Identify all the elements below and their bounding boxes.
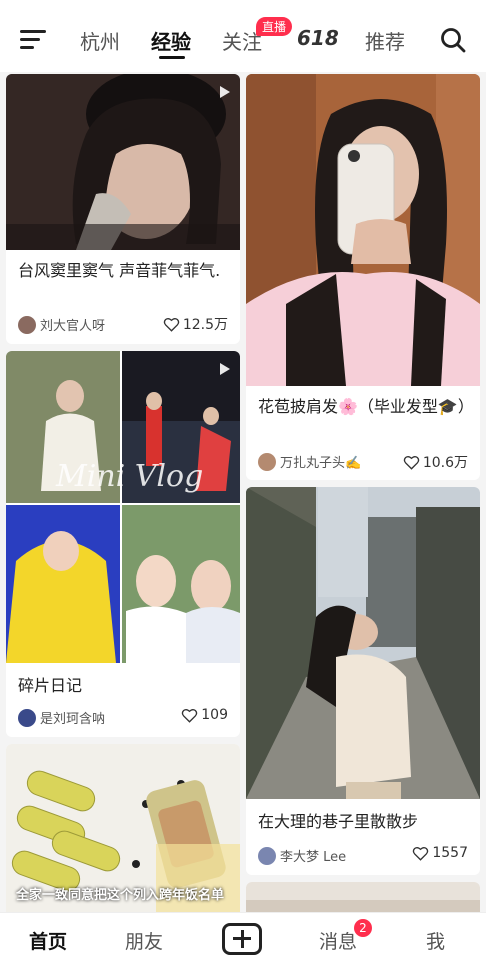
messages-badge: 2 bbox=[354, 919, 372, 937]
like-count: 109 bbox=[201, 707, 228, 723]
tab-experience[interactable]: 经验 bbox=[151, 26, 191, 55]
nav-friends[interactable]: 朋友 bbox=[125, 927, 163, 954]
nav-messages[interactable]: 消息 bbox=[319, 927, 357, 954]
nav-home[interactable]: 首页 bbox=[29, 927, 67, 954]
image-caption: 全家一致同意把这个列入跨年饭名单 bbox=[16, 888, 225, 903]
feed-card[interactable]: 全家一致同意把这个列入跨年饭名单 bbox=[6, 744, 240, 912]
like-button[interactable]: 10.6万 bbox=[403, 452, 468, 472]
author-name: 是刘珂含呐 bbox=[40, 712, 106, 727]
post-cover-image bbox=[6, 74, 240, 250]
create-post-button[interactable] bbox=[222, 923, 262, 955]
vlog-overlay-text: Mini Vlog bbox=[56, 459, 204, 494]
post-author[interactable]: 李大梦 Lee bbox=[258, 846, 346, 865]
author-name: 李大梦 Lee bbox=[280, 850, 347, 865]
post-author[interactable]: 是刘珂含呐 bbox=[18, 708, 105, 727]
post-author[interactable]: 刘大官人呀 bbox=[18, 315, 105, 334]
like-button[interactable]: 1557 bbox=[412, 845, 468, 861]
tab-618[interactable]: 618 bbox=[297, 26, 339, 50]
tab-hangzhou[interactable]: 杭州 bbox=[80, 26, 120, 55]
author-name: 万扎丸子头✍️ bbox=[280, 456, 362, 471]
post-title: 台风窦里窦气 声音菲气菲气. bbox=[18, 261, 221, 280]
post-author[interactable]: 万扎丸子头✍️ bbox=[258, 452, 361, 471]
avatar bbox=[18, 315, 36, 334]
avatar bbox=[258, 846, 276, 865]
like-count: 12.5万 bbox=[182, 317, 228, 333]
nav-me[interactable]: 我 bbox=[426, 927, 445, 954]
bottom-nav-bar: 首页 朋友 消息 2 我 bbox=[0, 912, 486, 968]
like-button[interactable]: 12.5万 bbox=[163, 314, 228, 334]
heart-icon bbox=[182, 708, 198, 723]
tab-recommend[interactable]: 推荐 bbox=[365, 26, 405, 55]
feed-card[interactable] bbox=[246, 882, 480, 912]
author-name: 刘大官人呀 bbox=[40, 319, 106, 334]
post-cover-image bbox=[246, 882, 480, 912]
video-play-icon bbox=[220, 86, 230, 98]
post-title: 在大理的巷子里散散步 bbox=[258, 812, 419, 831]
like-button[interactable]: 109 bbox=[181, 707, 228, 723]
top-nav-bar: 杭州 经验 关注 直播 618 推荐 bbox=[0, 0, 486, 72]
post-title: 花苞披肩发🌸（毕业发型🎓） bbox=[258, 397, 474, 416]
heart-icon bbox=[413, 846, 429, 861]
post-title: 碎片日记 bbox=[18, 676, 83, 695]
like-count: 10.6万 bbox=[422, 455, 468, 471]
heart-icon bbox=[163, 317, 180, 332]
heart-icon bbox=[403, 455, 420, 470]
avatar bbox=[18, 708, 36, 727]
channel-tabs: 杭州 经验 关注 直播 618 推荐 bbox=[0, 0, 486, 72]
post-cover-image bbox=[246, 487, 480, 799]
feed-card[interactable]: 花苞披肩发🌸（毕业发型🎓） 万扎丸子头✍️ 10.6万 bbox=[246, 74, 480, 480]
post-cover-image bbox=[246, 74, 480, 386]
feed-card[interactable]: Mini Vlog 碎片日记 是刘珂含呐 109 bbox=[6, 351, 240, 737]
post-cover-image bbox=[6, 351, 240, 663]
avatar bbox=[258, 452, 276, 471]
active-tab-indicator bbox=[159, 56, 185, 59]
video-play-icon bbox=[220, 363, 230, 375]
like-count: 1557 bbox=[432, 845, 468, 861]
search-icon[interactable] bbox=[440, 27, 466, 53]
feed-card[interactable]: 台风窦里窦气 声音菲气菲气. 刘大官人呀 12.5万 bbox=[6, 74, 240, 344]
live-badge: 直播 bbox=[256, 17, 293, 36]
feed-card[interactable]: 在大理的巷子里散散步 李大梦 Lee 1557 bbox=[246, 487, 480, 875]
